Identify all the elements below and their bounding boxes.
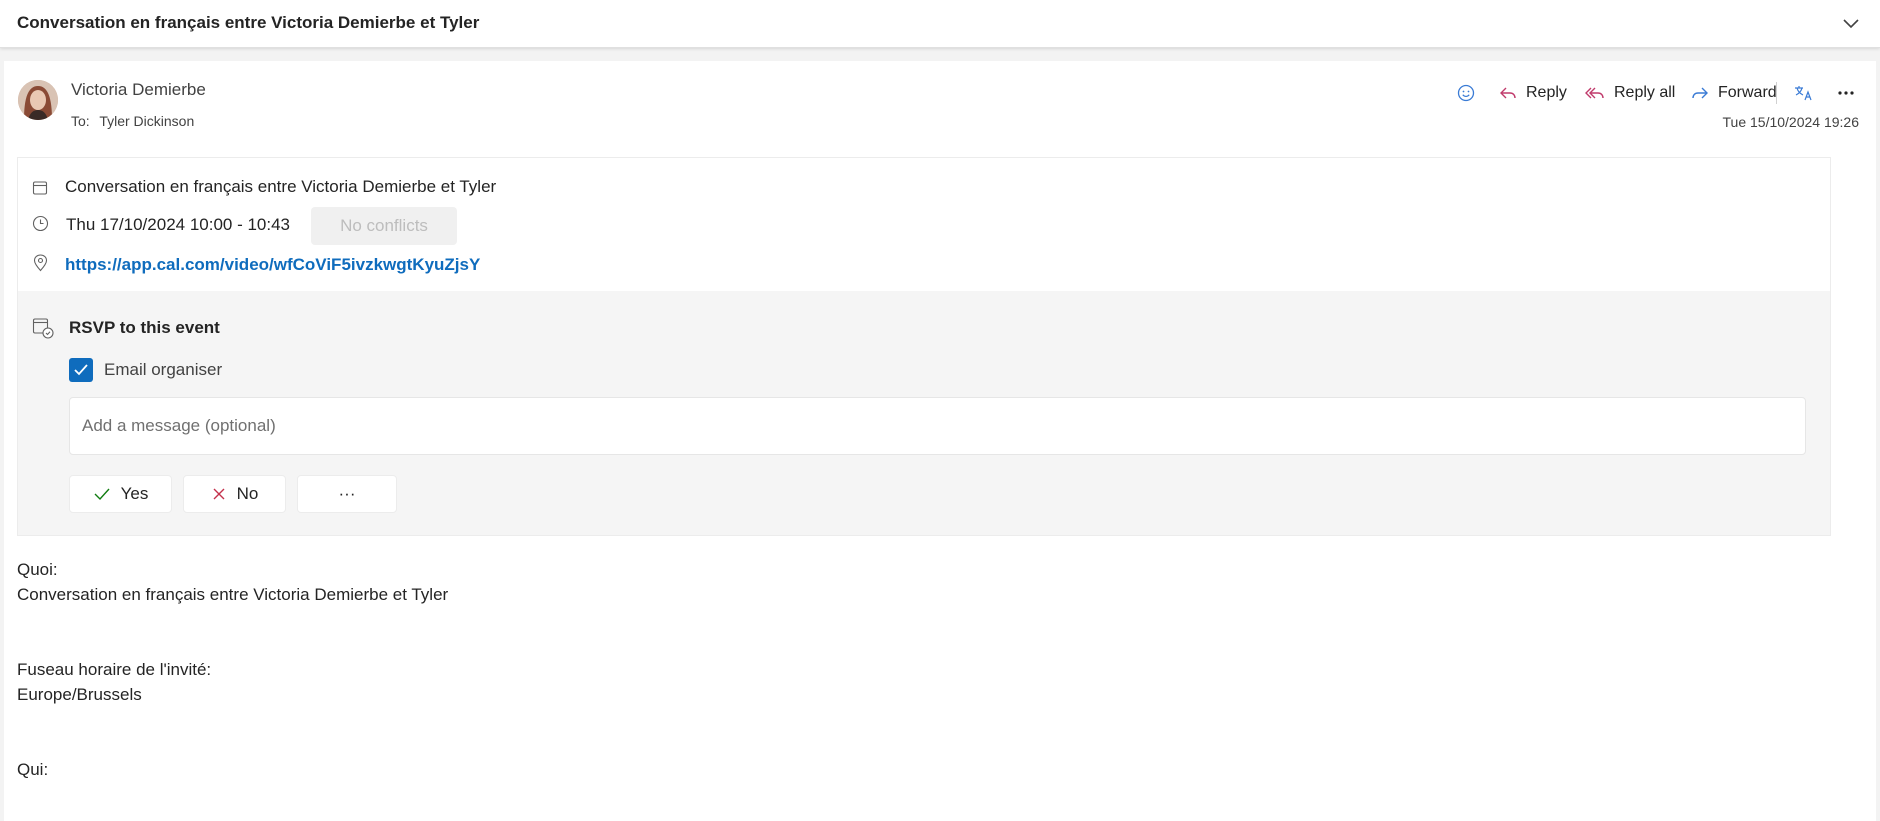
rsvp-yes-button[interactable]: Yes xyxy=(69,475,172,513)
more-actions-button[interactable] xyxy=(1836,84,1856,102)
email-organiser-label[interactable]: Email organiser xyxy=(104,360,222,380)
avatar[interactable] xyxy=(18,80,58,120)
recipient-line: To: Tyler Dickinson xyxy=(71,113,194,129)
body-timezone-label: Fuseau horaire de l'invité: xyxy=(17,660,212,679)
rsvp-more-button[interactable]: ··· xyxy=(297,475,397,513)
body-timezone-value: Europe/Brussels xyxy=(17,685,142,704)
toolbar-divider xyxy=(1776,82,1777,104)
sender-name[interactable]: Victoria Demierbe xyxy=(71,80,206,100)
reply-all-button[interactable]: Reply all xyxy=(1584,83,1675,103)
emoji-reaction-button[interactable] xyxy=(1456,83,1476,103)
reply-all-icon xyxy=(1585,87,1604,99)
emoji-icon xyxy=(1457,84,1475,102)
forward-icon xyxy=(1692,87,1708,99)
more-icon xyxy=(1838,91,1854,95)
checkmark-icon xyxy=(74,364,88,376)
forward-button[interactable]: Forward xyxy=(1690,83,1777,103)
rsvp-no-button[interactable]: No xyxy=(183,475,286,513)
body-quoi-label: Quoi: xyxy=(17,560,58,579)
yes-check-icon xyxy=(94,488,110,501)
conversation-header: Conversation en français entre Victoria … xyxy=(0,0,1880,48)
rsvp-title: RSVP to this event xyxy=(69,318,220,337)
rsvp-more-label: ··· xyxy=(338,484,356,503)
rsvp-message-input[interactable] xyxy=(69,397,1806,455)
rsvp-calendar-icon xyxy=(32,318,54,339)
reply-all-label: Reply all xyxy=(1614,84,1676,101)
to-label: To: xyxy=(71,113,90,129)
calendar-icon xyxy=(32,181,48,195)
message-date: Tue 15/10/2024 19:26 xyxy=(1722,114,1860,130)
event-meeting-link[interactable]: https://app.cal.com/video/wfCoViF5ivzkwg… xyxy=(65,255,480,275)
translate-button[interactable] xyxy=(1794,84,1814,102)
body-qui-label: Qui: xyxy=(17,760,49,779)
recipient-name[interactable]: Tyler Dickinson xyxy=(99,113,194,129)
conversation-subject: Conversation en français entre Victoria … xyxy=(17,13,480,32)
reply-button[interactable]: Reply xyxy=(1498,83,1567,103)
no-conflicts-badge: No conflicts xyxy=(311,207,457,245)
translate-icon xyxy=(1795,86,1812,101)
clock-icon xyxy=(32,215,49,232)
forward-label: Forward xyxy=(1718,84,1777,101)
chevron-down-icon[interactable] xyxy=(1840,12,1862,34)
email-organiser-checkbox[interactable] xyxy=(69,358,93,382)
reply-icon xyxy=(1500,87,1516,99)
event-time: Thu 17/10/2024 10:00 - 10:43 xyxy=(66,215,291,234)
rsvp-no-label: No xyxy=(236,484,259,503)
location-icon xyxy=(33,254,48,272)
no-x-icon xyxy=(213,488,225,500)
body-quoi-value: Conversation en français entre Victoria … xyxy=(17,585,449,604)
event-title: Conversation en français entre Victoria … xyxy=(65,177,497,196)
rsvp-yes-label: Yes xyxy=(120,484,149,503)
reply-label: Reply xyxy=(1526,84,1567,101)
